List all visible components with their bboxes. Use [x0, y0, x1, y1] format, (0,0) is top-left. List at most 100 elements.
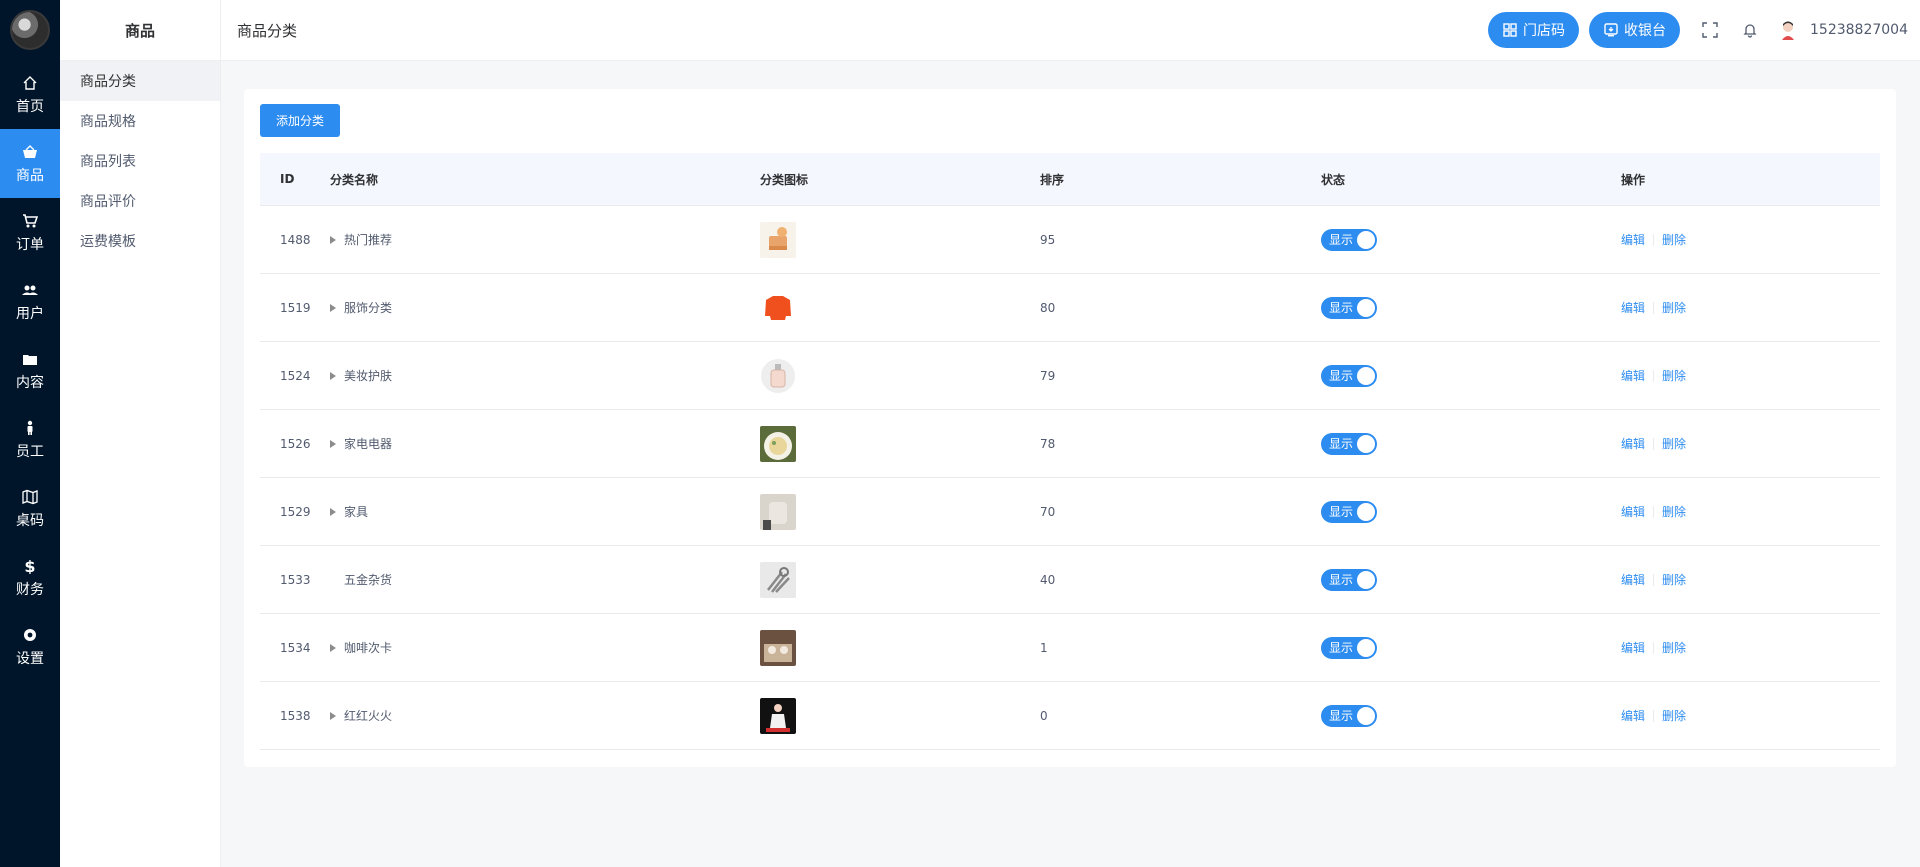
category-thumbnail — [760, 493, 796, 530]
status-toggle-label: 显示 — [1329, 505, 1354, 519]
rail-item-content[interactable]: 内容 — [0, 336, 60, 405]
rail-item-users[interactable]: 用户 — [0, 267, 60, 336]
edit-link[interactable]: 编辑 — [1621, 435, 1645, 452]
expand-arrow-icon[interactable] — [330, 371, 336, 380]
edit-link[interactable]: 编辑 — [1621, 707, 1645, 724]
rail-item-label: 首页 — [16, 98, 44, 115]
divider — [1653, 641, 1655, 654]
status-toggle[interactable]: 显示 — [1321, 228, 1377, 251]
status-toggle[interactable]: 显示 — [1321, 636, 1377, 659]
sub-menu-item-review[interactable]: 商品评价 — [60, 181, 220, 221]
expand-arrow-icon[interactable] — [330, 507, 336, 516]
rail-item-label: 设置 — [16, 650, 44, 667]
rail-item-orders[interactable]: 订单 — [0, 198, 60, 267]
status-toggle-label: 显示 — [1329, 233, 1354, 247]
column-header-status: 状态 — [1321, 172, 1346, 187]
column-header-sort: 排序 — [1040, 172, 1065, 187]
rail-item-table-code[interactable]: 桌码 — [0, 474, 60, 543]
expand-arrow-icon[interactable] — [330, 439, 336, 448]
category-card: 添加分类 ID 分类名称 分类图标 排序 状态 操作 1488 热门推荐 95 … — [244, 89, 1896, 767]
expand-arrow-icon[interactable] — [330, 235, 336, 244]
user-menu[interactable]: 15238827004 — [1776, 18, 1908, 42]
sub-menu-item-list[interactable]: 商品列表 — [60, 141, 220, 181]
status-toggle[interactable]: 显示 — [1321, 432, 1377, 455]
rail-item-label: 员工 — [16, 443, 44, 460]
sub-menu-item-spec[interactable]: 商品规格 — [60, 101, 220, 141]
rail-item-label: 商品 — [16, 167, 44, 184]
expand-arrow-icon[interactable] — [330, 643, 336, 652]
table-row: 1524 美妆护肤 79 显示 编辑 删除 — [260, 342, 1880, 410]
cell-id: 1533 — [280, 572, 311, 587]
delete-link[interactable]: 删除 — [1662, 503, 1686, 520]
cell-sort: 40 — [1040, 572, 1056, 587]
edit-link[interactable]: 编辑 — [1621, 231, 1645, 248]
cell-status: 显示 — [1321, 228, 1621, 251]
delete-link[interactable]: 删除 — [1662, 707, 1686, 724]
delete-link[interactable]: 删除 — [1662, 435, 1686, 452]
divider — [1653, 369, 1655, 382]
status-toggle[interactable]: 显示 — [1321, 704, 1377, 727]
table-row: 1529 家具 70 显示 编辑 删除 — [260, 478, 1880, 546]
edit-link[interactable]: 编辑 — [1621, 503, 1645, 520]
column-header-id: ID — [280, 172, 295, 186]
app-logo[interactable] — [0, 0, 60, 60]
cell-actions: 编辑 删除 — [1621, 571, 1880, 588]
delete-link[interactable]: 删除 — [1662, 639, 1686, 656]
delete-link[interactable]: 删除 — [1662, 231, 1686, 248]
edit-link[interactable]: 编辑 — [1621, 639, 1645, 656]
rail-item-finance[interactable]: $ 财务 — [0, 543, 60, 612]
home-icon — [21, 74, 39, 92]
column-header-name: 分类名称 — [330, 172, 379, 187]
divider — [1653, 233, 1655, 246]
status-toggle[interactable]: 显示 — [1321, 500, 1377, 523]
sub-menu-item-shipping-template[interactable]: 运费模板 — [60, 221, 220, 261]
cell-icon — [760, 425, 1040, 462]
add-category-button[interactable]: 添加分类 — [260, 104, 341, 137]
bell-icon[interactable] — [1730, 10, 1770, 50]
category-thumbnail — [760, 221, 796, 258]
store-code-label: 门店码 — [1523, 23, 1566, 39]
edit-link[interactable]: 编辑 — [1621, 571, 1645, 588]
cell-id: 1534 — [280, 640, 311, 655]
expand-arrow-icon[interactable] — [330, 711, 336, 720]
category-table: ID 分类名称 分类图标 排序 状态 操作 1488 热门推荐 95 显示 编辑… — [260, 153, 1880, 750]
rail-item-goods[interactable]: 商品 — [0, 129, 60, 198]
edit-link[interactable]: 编辑 — [1621, 299, 1645, 316]
expand-arrow-icon[interactable] — [330, 303, 336, 312]
table-row: 1538 红红火火 0 显示 编辑 删除 — [260, 682, 1880, 750]
toggle-knob — [1357, 502, 1375, 521]
fullscreen-icon[interactable] — [1690, 10, 1730, 50]
rail-item-staff[interactable]: 员工 — [0, 405, 60, 474]
folder-icon — [21, 350, 39, 368]
rail-item-label: 财务 — [16, 581, 44, 598]
table-header: ID 分类名称 分类图标 排序 状态 操作 — [260, 153, 1880, 206]
cell-sort: 1 — [1040, 640, 1048, 655]
status-toggle[interactable]: 显示 — [1321, 296, 1377, 319]
delete-link[interactable]: 删除 — [1662, 299, 1686, 316]
category-name: 家具 — [344, 505, 369, 519]
cell-status: 显示 — [1321, 704, 1621, 727]
rail-item-home[interactable]: 首页 — [0, 60, 60, 129]
header-actions: 门店码 收银台 15238827004 — [1488, 10, 1920, 50]
category-name: 家电电器 — [344, 437, 393, 451]
cashier-icon — [1603, 22, 1619, 38]
cashier-button[interactable]: 收银台 — [1589, 12, 1681, 48]
rail-item-settings[interactable]: 设置 — [0, 612, 60, 681]
category-name: 美妆护肤 — [344, 369, 393, 383]
person-icon — [21, 419, 39, 437]
cell-sort: 95 — [1040, 232, 1056, 247]
category-thumbnail — [760, 357, 796, 394]
cell-status: 显示 — [1321, 296, 1621, 319]
status-toggle[interactable]: 显示 — [1321, 568, 1377, 591]
store-code-button[interactable]: 门店码 — [1488, 12, 1580, 48]
delete-link[interactable]: 删除 — [1662, 571, 1686, 588]
category-thumbnail — [760, 561, 796, 598]
cell-id: 1526 — [280, 436, 311, 451]
cell-actions: 编辑 删除 — [1621, 503, 1880, 520]
edit-link[interactable]: 编辑 — [1621, 367, 1645, 384]
sub-menu-item-category[interactable]: 商品分类 — [60, 61, 220, 101]
delete-link[interactable]: 删除 — [1662, 367, 1686, 384]
cell-actions: 编辑 删除 — [1621, 707, 1880, 724]
status-toggle[interactable]: 显示 — [1321, 364, 1377, 387]
cell-sort: 79 — [1040, 368, 1056, 383]
